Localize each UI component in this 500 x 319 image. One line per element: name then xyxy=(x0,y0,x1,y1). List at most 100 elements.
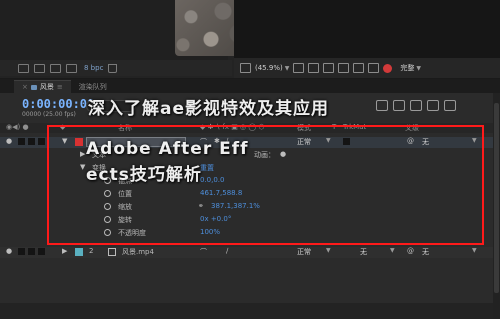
stopwatch-icon[interactable] xyxy=(104,216,111,223)
shy-layers-icon[interactable] xyxy=(393,100,405,111)
column-header: ◉◀) ● ◆ 名称 ◆ ✱ ∖ fx ▣ ◎ ◯ ⬡ 模式 T TrkMat … xyxy=(0,123,493,133)
tab-composition[interactable]: × 风景 ≡ xyxy=(14,80,71,93)
animate-arrow-icon[interactable]: ● xyxy=(280,150,286,158)
solo-switch[interactable] xyxy=(28,138,35,145)
composition-icon xyxy=(30,84,37,90)
channel-color-icon[interactable] xyxy=(383,63,393,73)
layer-row[interactable]: ● ▶ 2 风景.mp4 ⌒ ∕ 正常 ▼ 无 ▼ @ 无 ▼ xyxy=(0,247,493,258)
frame-rate-label: 00000 (25.00 fps) xyxy=(22,111,76,118)
property-row[interactable]: 位置 461.7,588.8 xyxy=(0,189,493,200)
column-t: T xyxy=(332,123,337,131)
interpret-footage-icon[interactable] xyxy=(18,63,29,73)
mask-visibility-icon[interactable] xyxy=(308,63,320,73)
animate-menu[interactable]: 动画： xyxy=(254,150,275,160)
timeline-switches xyxy=(376,100,456,111)
column-trkmat[interactable]: TrkMat xyxy=(343,123,366,131)
chevron-down-icon: ▼ xyxy=(326,137,331,144)
zoom-dropdown[interactable]: (45.9%) ▼ xyxy=(255,64,289,72)
scrollbar-thumb[interactable] xyxy=(494,103,499,293)
composition-viewer[interactable] xyxy=(234,0,500,58)
stopwatch-icon[interactable] xyxy=(104,229,111,236)
trkmat-switch[interactable] xyxy=(343,138,350,145)
top-region: 8 bpc (45.9%) ▼ 完整 ▼ xyxy=(0,0,500,78)
overlay-title-line1: 深入了解ae影视特效及其应用 xyxy=(88,99,330,119)
column-mode[interactable]: 模式 xyxy=(297,123,311,133)
column-parent[interactable]: 父级 xyxy=(405,123,419,133)
new-composition-icon[interactable] xyxy=(50,63,61,73)
camera-snapshot-icon[interactable] xyxy=(353,63,365,73)
constrain-proportions-icon[interactable]: ⚭ xyxy=(198,202,204,210)
expand-triangle-icon[interactable]: ▼ xyxy=(80,163,85,171)
overlay-title-line2: Adobe After Eff xyxy=(86,139,249,159)
property-name: 旋转 xyxy=(118,216,132,224)
label-column-icon: ◆ xyxy=(60,123,66,131)
reset-link[interactable]: 重置 xyxy=(200,163,214,173)
bpc-label[interactable]: 8 bpc xyxy=(84,64,103,72)
chevron-down-icon: ▼ xyxy=(472,137,477,144)
property-group-transform[interactable]: ▼ 变换 重置 xyxy=(0,163,493,174)
new-folder-icon[interactable] xyxy=(34,63,45,73)
column-source-name[interactable]: 名称 xyxy=(118,123,132,133)
property-value[interactable]: 0.0,0.0 xyxy=(200,176,225,184)
chevron-down-icon: ▼ xyxy=(284,64,290,72)
overlay-title-line3: ects技巧解析 xyxy=(86,165,202,185)
color-depth-icon[interactable] xyxy=(66,63,77,73)
tab-label: 渲染队列 xyxy=(78,82,107,91)
property-row[interactable]: 缩放 ⚭ 387.1,387.1% xyxy=(0,202,493,213)
menu-icon[interactable]: ≡ xyxy=(57,83,63,91)
solo-switch[interactable] xyxy=(28,248,35,255)
monitor-icon[interactable] xyxy=(240,63,251,73)
transparency-grid-icon[interactable] xyxy=(338,63,350,73)
chevron-down-icon: ▼ xyxy=(472,247,477,254)
parent-dropdown[interactable]: 无 xyxy=(422,247,429,257)
property-value[interactable]: 461.7,588.8 xyxy=(200,189,242,197)
property-value[interactable]: 387.1,387.1% xyxy=(211,202,260,210)
region-of-interest-icon[interactable] xyxy=(323,63,335,73)
shy-icon[interactable]: ⌒ xyxy=(200,247,207,257)
show-snapshot-icon[interactable] xyxy=(368,63,380,73)
property-value[interactable]: 0x +0.0° xyxy=(200,215,231,223)
layer-label-color[interactable] xyxy=(75,248,83,256)
layer-name[interactable]: 风景.mp4 xyxy=(122,247,154,257)
lock-switch[interactable] xyxy=(38,248,45,255)
switches-column-icon: ◆ ✱ ∖ fx ▣ ◎ ◯ ⬡ xyxy=(200,123,265,131)
property-row[interactable]: 锚点 0.0,0.0 xyxy=(0,176,493,187)
stopwatch-icon[interactable] xyxy=(104,203,111,210)
timeline-tabs: × 风景 ≡ 渲染队列 xyxy=(0,79,500,93)
lock-switch[interactable] xyxy=(38,138,45,145)
audio-switch[interactable] xyxy=(18,138,25,145)
frame-blending-icon[interactable] xyxy=(410,100,422,111)
tab-render-queue[interactable]: 渲染队列 xyxy=(71,80,115,93)
pickwhip-icon[interactable]: @ xyxy=(407,247,414,255)
timeline-scrollbar[interactable] xyxy=(493,93,500,319)
viewer-toolbar: (45.9%) ▼ 完整 ▼ xyxy=(234,58,500,78)
eye-icon[interactable]: ● xyxy=(6,247,12,255)
expand-triangle-icon[interactable]: ▶ xyxy=(80,150,85,158)
graph-editor-icon[interactable] xyxy=(444,100,456,111)
trkmat-dropdown[interactable]: 无 xyxy=(360,247,367,257)
property-row[interactable]: 不透明度 100% xyxy=(0,228,493,239)
layer-label-color[interactable] xyxy=(75,138,83,146)
trash-icon[interactable] xyxy=(108,63,118,73)
stopwatch-icon[interactable] xyxy=(104,190,111,197)
layer-index: 2 xyxy=(89,247,94,255)
grid-icon[interactable] xyxy=(293,63,305,73)
expand-triangle-icon[interactable]: ▶ xyxy=(62,247,67,255)
quality-icon[interactable]: ∕ xyxy=(226,247,228,255)
mode-dropdown[interactable]: 正常 xyxy=(297,137,311,147)
close-icon[interactable]: × xyxy=(22,83,28,91)
pickwhip-icon[interactable]: @ xyxy=(407,137,414,145)
expand-triangle-icon[interactable]: ▼ xyxy=(62,137,67,145)
resolution-dropdown[interactable]: 完整 ▼ xyxy=(400,63,421,73)
mode-dropdown[interactable]: 正常 xyxy=(297,247,311,257)
audio-switch[interactable] xyxy=(18,248,25,255)
eye-icon[interactable]: ● xyxy=(6,137,12,145)
current-time-display[interactable]: 0:00:00:00 xyxy=(22,97,94,111)
draft-3d-icon[interactable] xyxy=(376,100,388,111)
property-value[interactable]: 100% xyxy=(200,228,220,236)
property-name: 位置 xyxy=(118,190,132,198)
parent-dropdown[interactable]: 无 xyxy=(422,137,429,147)
motion-blur-icon[interactable] xyxy=(427,100,439,111)
property-row[interactable]: 旋转 0x +0.0° xyxy=(0,215,493,226)
chevron-down-icon: ▼ xyxy=(326,247,331,254)
